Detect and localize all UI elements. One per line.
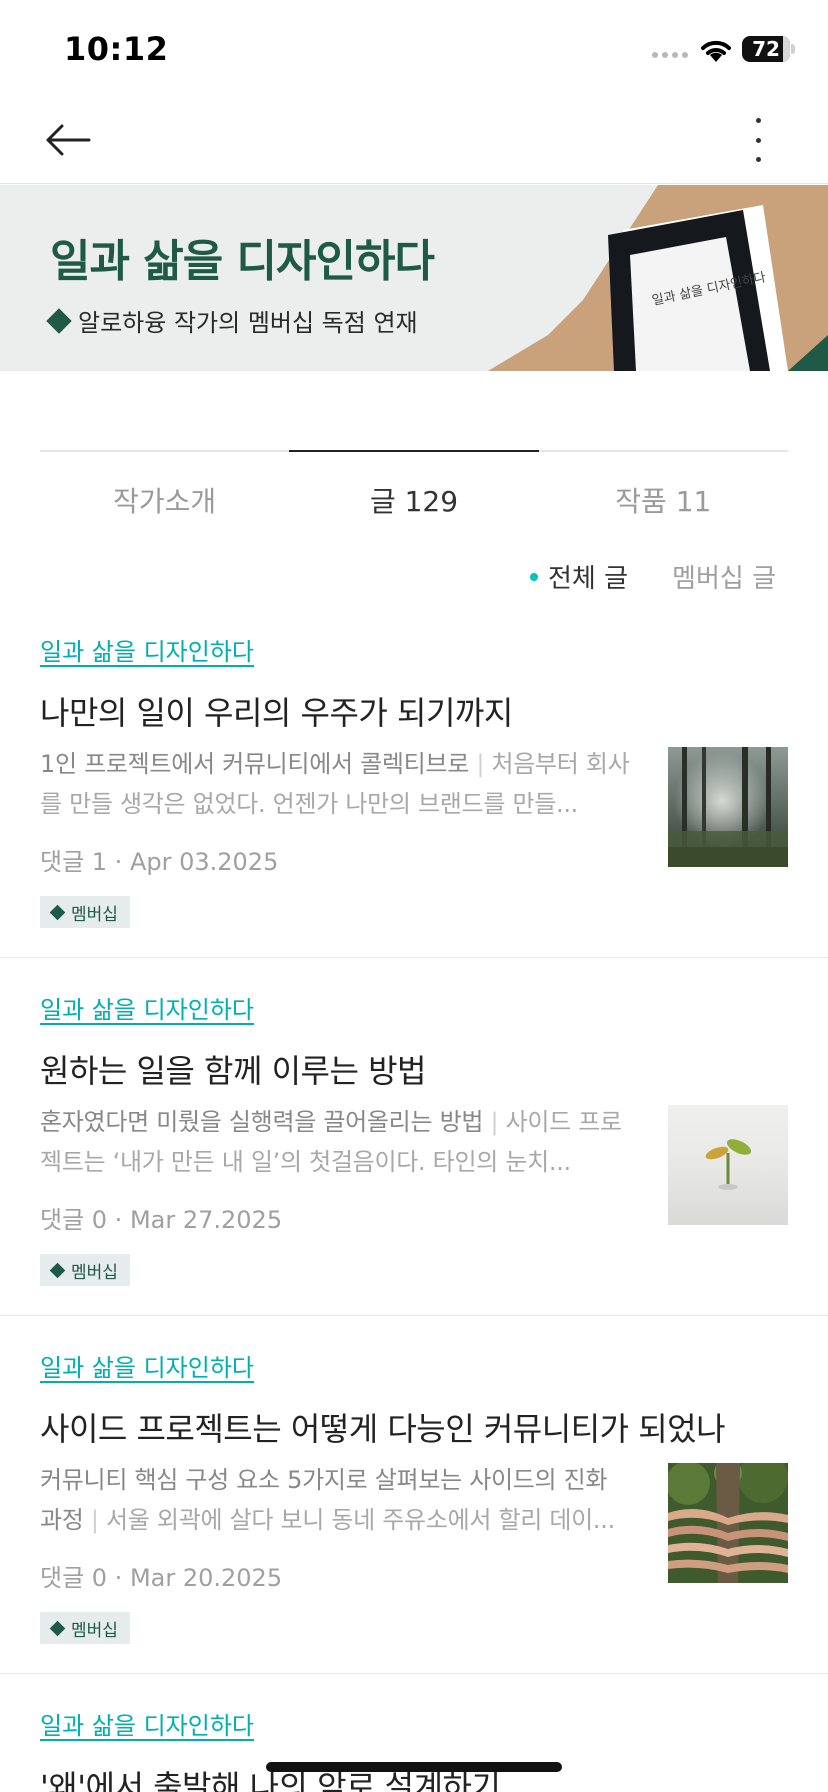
membership-badge: 멤버십 (40, 1254, 130, 1286)
filter-membership-posts[interactable]: 멤버십 글 (672, 558, 776, 595)
arrow-left-icon (46, 124, 91, 156)
banner-subtitle-text: 알로하융 작가의 멤버십 독점 연재 (78, 309, 418, 337)
badge-label: 멤버십 (71, 904, 118, 925)
post-magazine-link[interactable]: 일과 삶을 디자인하다 (40, 1706, 254, 1741)
wifi-icon (701, 40, 731, 62)
more-vertical-icon (755, 118, 761, 123)
post-meta: 댓글 1 · Apr 03.2025 (40, 848, 279, 876)
profile-tabs: 작가소개 글 129 작품 11 (40, 450, 788, 530)
post-meta: 댓글 0 · Mar 20.2025 (40, 1564, 283, 1592)
selected-dot-icon (530, 572, 539, 581)
book-cover-illustration: 일과 삶을 디자인하다 (488, 185, 828, 371)
magazine-banner[interactable]: 일과 삶을 디자인하다 알로하융 작가의 멤버십 독점 연재 일과 삶을 디자인… (0, 185, 828, 371)
status-time: 10:12 (64, 30, 169, 68)
filter-all-posts[interactable]: 전체 글 (530, 558, 628, 595)
post-meta: 댓글 0 · Mar 27.2025 (40, 1206, 283, 1234)
membership-diamond-icon (49, 1262, 66, 1278)
post-excerpt: 혼자였다면 미뤘을 실행력을 끌어올리는 방법 | 사이드 프로젝트는 ‘내가 … (40, 1108, 622, 1176)
membership-diamond-icon (49, 904, 66, 920)
post-item[interactable]: 일과 삶을 디자인하다 사이드 프로젝트는 어떻게 다능인 커뮤니티가 되었나 … (0, 1316, 828, 1674)
post-title[interactable]: 나만의 일이 우리의 우주가 되기까지 (40, 688, 513, 734)
post-item[interactable]: 일과 삶을 디자인하다 '왜'에서 출발해 나의 앞로 설계하기 (0, 1674, 828, 1792)
post-subtitle: 혼자였다면 미뤘을 실행력을 끌어올리는 방법 (40, 1108, 484, 1136)
membership-diamond-icon (49, 1620, 66, 1636)
post-thumbnail-forest[interactable] (668, 747, 788, 867)
banner-title: 일과 삶을 디자인하다 (50, 236, 435, 287)
membership-diamond-icon (46, 307, 72, 334)
post-thumbnail-hands-tree[interactable] (668, 1463, 788, 1583)
filter-all-label: 전체 글 (548, 564, 629, 594)
post-item[interactable]: 일과 삶을 디자인하다 나만의 일이 우리의 우주가 되기까지 1인 프로젝트에… (0, 610, 828, 958)
post-excerpt: 1인 프로젝트에서 커뮤니티에서 콜렉티브로 | 처음부터 회사를 만들 생각은… (40, 750, 630, 818)
status-bar: 10:12 72 (0, 0, 828, 96)
tab-author-intro[interactable]: 작가소개 (40, 452, 289, 530)
tab-works[interactable]: 작품 11 (539, 452, 788, 530)
tab-posts[interactable]: 글 129 (289, 450, 539, 530)
badge-label: 멤버십 (71, 1620, 118, 1641)
post-magazine-link[interactable]: 일과 삶을 디자인하다 (40, 632, 254, 667)
post-filters: 전체 글 멤버십 글 (530, 558, 776, 595)
membership-badge: 멤버십 (40, 896, 130, 928)
battery-level: 72 (752, 37, 780, 61)
post-thumbnail-sprout[interactable] (668, 1105, 788, 1225)
post-item[interactable]: 일과 삶을 디자인하다 원하는 일을 함께 이루는 방법 혼자였다면 미뤘을 실… (0, 958, 828, 1316)
post-excerpt-text: 서울 외곽에 살다 보니 동네 주유소에서 할리 데이... (106, 1506, 615, 1534)
post-excerpt: 커뮤니티 핵심 구성 요소 5가지로 살펴보는 사이드의 진화 과정 | 서울 … (40, 1466, 615, 1534)
banner-subtitle: 알로하융 작가의 멤버십 독점 연재 (46, 303, 418, 338)
battery-indicator: 72 (742, 36, 790, 62)
post-title[interactable]: 사이드 프로젝트는 어떻게 다능인 커뮤니티가 되었나 (40, 1404, 726, 1450)
cellular-signal-icon (652, 52, 688, 58)
home-indicator[interactable] (266, 1762, 562, 1772)
post-magazine-link[interactable]: 일과 삶을 디자인하다 (40, 1348, 254, 1383)
badge-label: 멤버십 (71, 1262, 118, 1283)
battery-nub (791, 44, 795, 54)
back-button[interactable] (40, 116, 96, 164)
post-subtitle: 1인 프로젝트에서 커뮤니티에서 콜렉티브로 (40, 750, 469, 778)
membership-badge: 멤버십 (40, 1612, 130, 1644)
post-title[interactable]: 원하는 일을 함께 이루는 방법 (40, 1046, 426, 1092)
more-options-button[interactable] (740, 114, 776, 166)
post-magazine-link[interactable]: 일과 삶을 디자인하다 (40, 990, 254, 1025)
top-navigation-bar (0, 96, 828, 184)
